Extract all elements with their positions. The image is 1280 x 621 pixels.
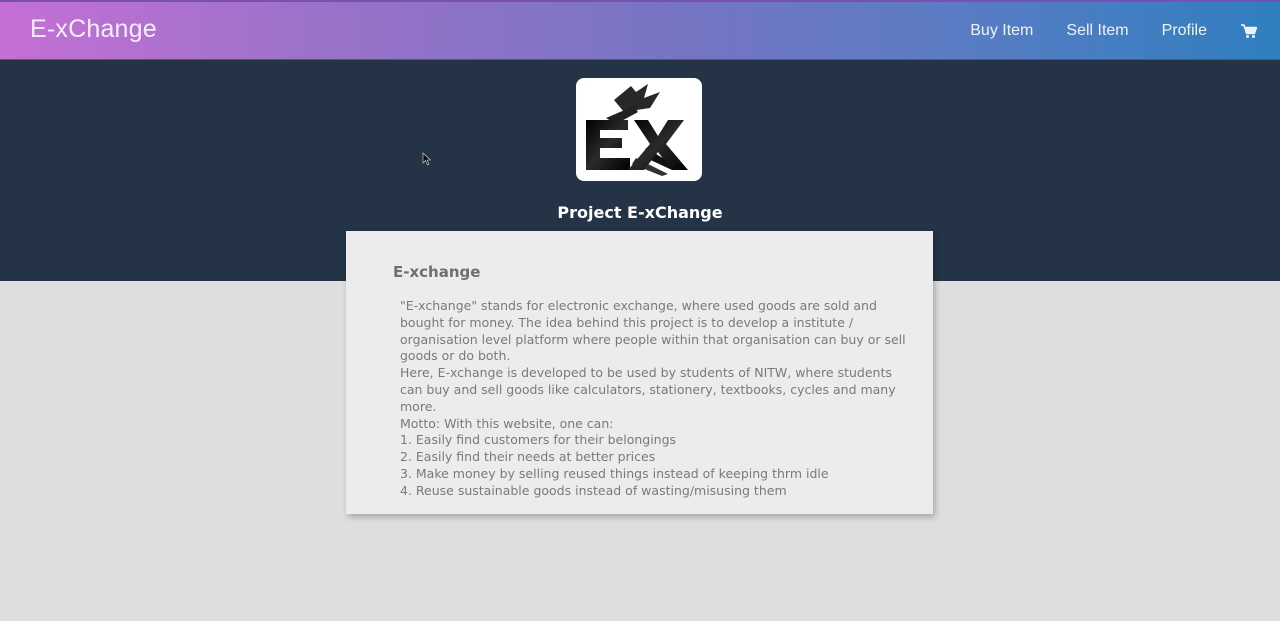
project-title: Project E-xChange xyxy=(557,203,723,222)
motto-item: 3. Make money by selling reused things i… xyxy=(400,465,829,481)
motto-item: 4. Reuse sustainable goods instead of wa… xyxy=(400,482,787,498)
nav-buy-item[interactable]: Buy Item xyxy=(970,22,1033,40)
nav-links: Buy Item Sell Item Profile xyxy=(970,2,1280,60)
card-body: "E-xchange" stands for electronic exchan… xyxy=(400,298,915,500)
card-paragraph: Here, E-xchange is developed to be used … xyxy=(400,365,896,414)
nav-sell-item[interactable]: Sell Item xyxy=(1066,22,1128,40)
card-paragraph: "E-xchange" stands for electronic exchan… xyxy=(400,298,906,364)
motto-text: Motto: With this website, one can: xyxy=(400,415,614,431)
motto-item: 2. Easily find their needs at better pri… xyxy=(400,449,656,465)
ex-logo: EX xyxy=(576,78,702,181)
shopping-cart-icon[interactable] xyxy=(1240,23,1258,39)
ex-logo-graphic: EX xyxy=(586,84,688,179)
about-card: E-xchange "E-xchange" stands for electro… xyxy=(346,231,933,514)
brand-link[interactable]: E-xChange xyxy=(30,15,157,44)
motto-item: 1. Easily find customers for their belon… xyxy=(400,432,677,448)
nav-profile[interactable]: Profile xyxy=(1162,22,1207,40)
navbar: E-xChange Buy Item Sell Item Profile xyxy=(0,0,1280,60)
logo-text: EX xyxy=(638,177,640,179)
mouse-pointer-icon xyxy=(422,151,432,166)
card-title: E-xchange xyxy=(393,263,481,281)
